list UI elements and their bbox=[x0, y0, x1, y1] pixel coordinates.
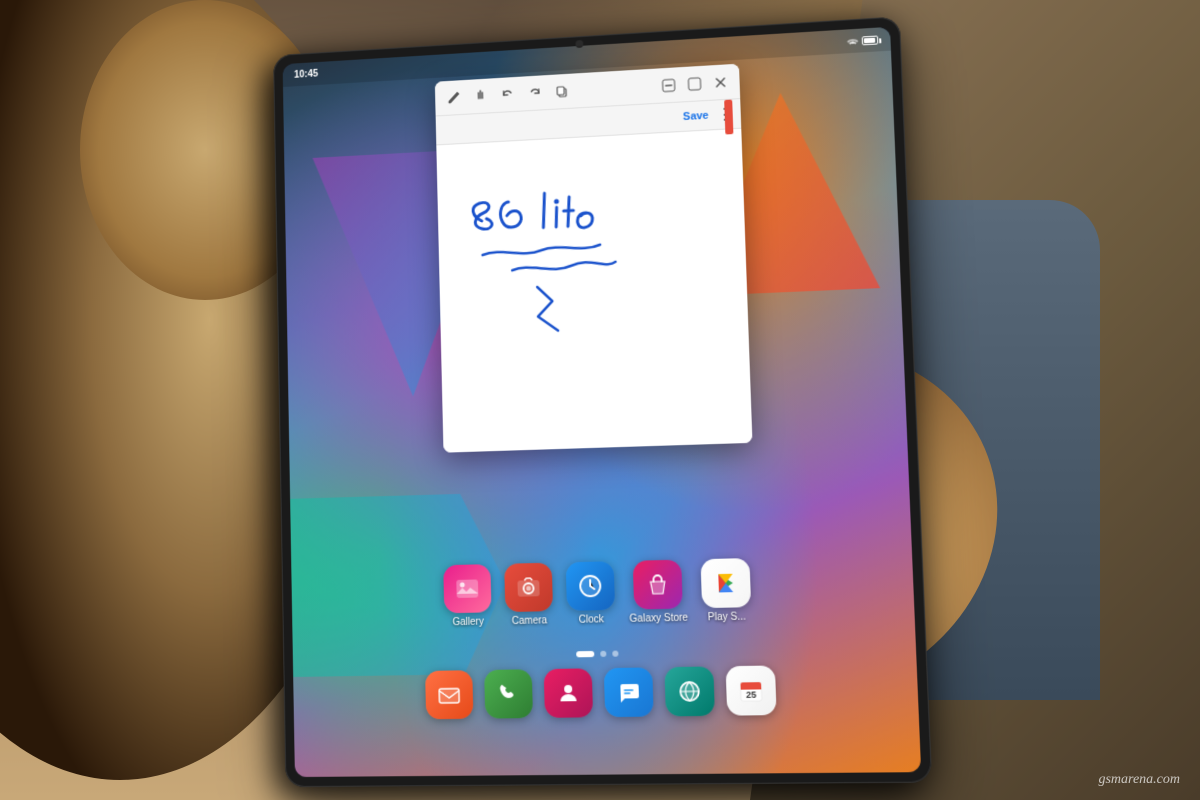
note-minimize-button[interactable] bbox=[657, 74, 680, 97]
tablet-screen: 10:45 bbox=[283, 27, 922, 777]
close-icon bbox=[713, 75, 727, 90]
phone-handset-icon bbox=[496, 682, 520, 707]
minimize-icon bbox=[661, 78, 675, 93]
watermark: gsmarena.com bbox=[1098, 772, 1180, 788]
app-play-icon[interactable] bbox=[700, 558, 751, 608]
note-content[interactable] bbox=[436, 129, 752, 453]
app-browser-wrapper[interactable] bbox=[664, 666, 715, 716]
app-row: Gallery Camera bbox=[291, 543, 915, 642]
handwriting-svg bbox=[451, 140, 727, 448]
maximize-icon bbox=[687, 76, 701, 91]
note-app-popup[interactable]: Save ⋮ bbox=[435, 64, 753, 453]
app-contacts-icon[interactable] bbox=[544, 668, 593, 718]
app-play-wrapper[interactable]: Play S... bbox=[700, 558, 751, 623]
app-gallery-icon[interactable] bbox=[443, 564, 491, 613]
app-messages-wrapper[interactable] bbox=[604, 667, 654, 717]
note-close-button[interactable] bbox=[709, 71, 732, 94]
app-clock-wrapper[interactable]: Clock bbox=[566, 561, 616, 626]
app-gallery-label: Gallery bbox=[453, 617, 484, 629]
app-phone-icon[interactable] bbox=[484, 669, 533, 718]
finger-icon bbox=[473, 88, 489, 104]
app-play-label: Play S... bbox=[708, 611, 746, 623]
copy-icon bbox=[555, 84, 569, 98]
svg-text:25: 25 bbox=[746, 689, 757, 700]
status-icons bbox=[846, 35, 878, 47]
app-camera-wrapper[interactable]: Camera bbox=[504, 563, 553, 628]
app-camera-label: Camera bbox=[512, 615, 548, 627]
contacts-person-icon bbox=[556, 681, 581, 706]
messages-bubble-icon bbox=[616, 680, 641, 705]
app-galaxy-store-wrapper[interactable]: Galaxy Store bbox=[628, 560, 688, 625]
app-calendar-icon[interactable]: 25 bbox=[726, 665, 777, 715]
browser-globe-icon bbox=[677, 679, 702, 704]
undo-button[interactable] bbox=[497, 83, 519, 106]
app-messages-icon[interactable] bbox=[604, 667, 654, 717]
camera-lens-icon bbox=[515, 574, 541, 601]
tablet-container: 10:45 bbox=[273, 16, 932, 787]
tablet-body: 10:45 bbox=[273, 16, 932, 787]
wifi-icon bbox=[846, 36, 859, 47]
app-dock: 25 bbox=[293, 647, 920, 737]
clock-face-icon bbox=[577, 573, 604, 600]
email-envelope-icon bbox=[436, 681, 462, 708]
note-toolbar-left bbox=[443, 80, 574, 109]
redo-button[interactable] bbox=[524, 82, 546, 105]
app-contacts-wrapper[interactable] bbox=[544, 668, 593, 718]
app-galaxy-store-label: Galaxy Store bbox=[629, 613, 688, 625]
play-triangle-icon bbox=[713, 571, 738, 596]
calendar-page-icon: 25 bbox=[737, 677, 765, 704]
redo-icon bbox=[528, 86, 542, 100]
gallery-image-icon bbox=[454, 575, 480, 602]
app-email-wrapper[interactable] bbox=[425, 670, 473, 719]
main-scene: 10:45 bbox=[0, 0, 1200, 800]
pen-tool-button[interactable] bbox=[443, 86, 465, 108]
app-clock-label: Clock bbox=[579, 614, 604, 626]
copy-button[interactable] bbox=[551, 80, 573, 103]
note-save-button[interactable]: Save bbox=[683, 109, 709, 122]
note-toolbar-right bbox=[657, 71, 732, 97]
pen-icon bbox=[446, 89, 462, 105]
app-galaxy-store-icon[interactable] bbox=[633, 560, 683, 610]
app-email-icon[interactable] bbox=[425, 670, 473, 719]
store-bag-icon bbox=[644, 571, 671, 598]
app-browser-icon[interactable] bbox=[664, 666, 715, 716]
undo-icon bbox=[501, 87, 515, 101]
finger-tool-button[interactable] bbox=[470, 85, 492, 107]
status-time: 10:45 bbox=[294, 68, 318, 80]
app-gallery-wrapper[interactable]: Gallery bbox=[443, 564, 492, 628]
note-maximize-button[interactable] bbox=[683, 72, 706, 95]
app-calendar-wrapper[interactable]: 25 bbox=[726, 665, 777, 715]
app-phone-wrapper[interactable] bbox=[484, 669, 533, 718]
app-clock-icon[interactable] bbox=[566, 561, 615, 611]
app-camera-icon[interactable] bbox=[504, 563, 553, 612]
battery-icon bbox=[862, 35, 879, 45]
battery-fill bbox=[864, 37, 875, 43]
note-pin bbox=[724, 100, 733, 135]
